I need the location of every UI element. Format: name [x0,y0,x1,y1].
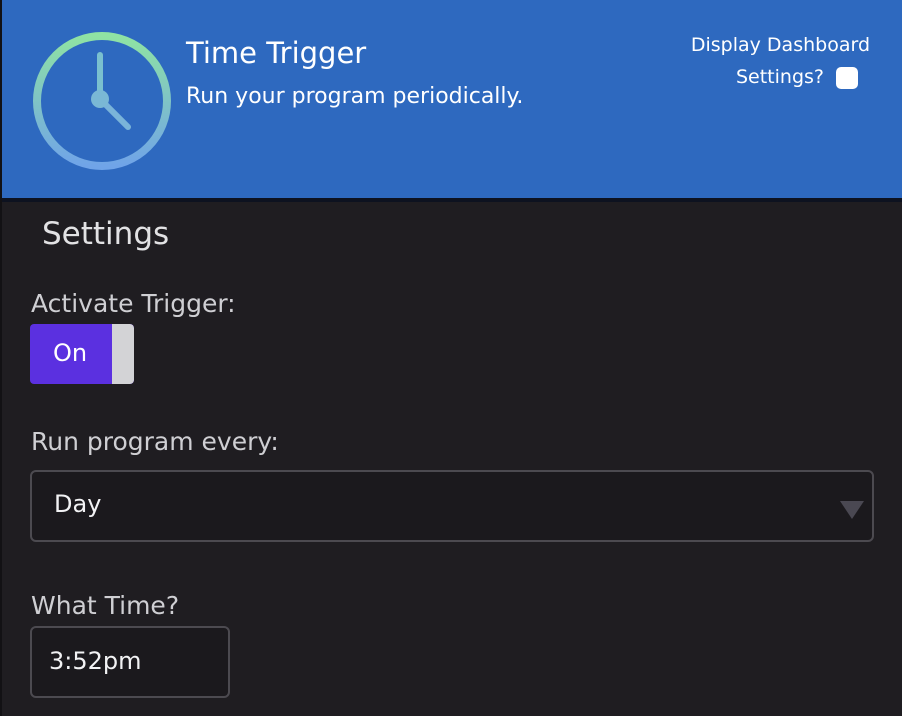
settings-heading: Settings [42,216,170,252]
run-frequency-select[interactable]: Day [30,470,874,542]
dashboard-settings-label-line1: Display Dashboard [690,34,870,56]
toggle-state-label: On [53,339,88,367]
time-input[interactable]: 3:52pm [30,626,230,698]
page-subtitle: Run your program periodically. [186,84,524,109]
time-input-value: 3:52pm [49,647,142,675]
display-dashboard-settings-checkbox[interactable] [836,67,858,89]
chevron-down-icon [840,501,864,519]
toggle-knob [112,324,134,384]
time-trigger-panel: Time Trigger Run your program periodical… [0,0,902,716]
run-program-every-label: Run program every: [31,427,279,456]
activate-trigger-toggle[interactable]: On [30,324,134,384]
dashboard-settings-label-line2: Settings? [735,66,824,88]
run-frequency-selected-value: Day [54,490,102,518]
page-title: Time Trigger [186,36,367,70]
clock-icon [33,32,171,170]
activate-trigger-label: Activate Trigger: [31,289,236,318]
what-time-label: What Time? [31,591,180,620]
